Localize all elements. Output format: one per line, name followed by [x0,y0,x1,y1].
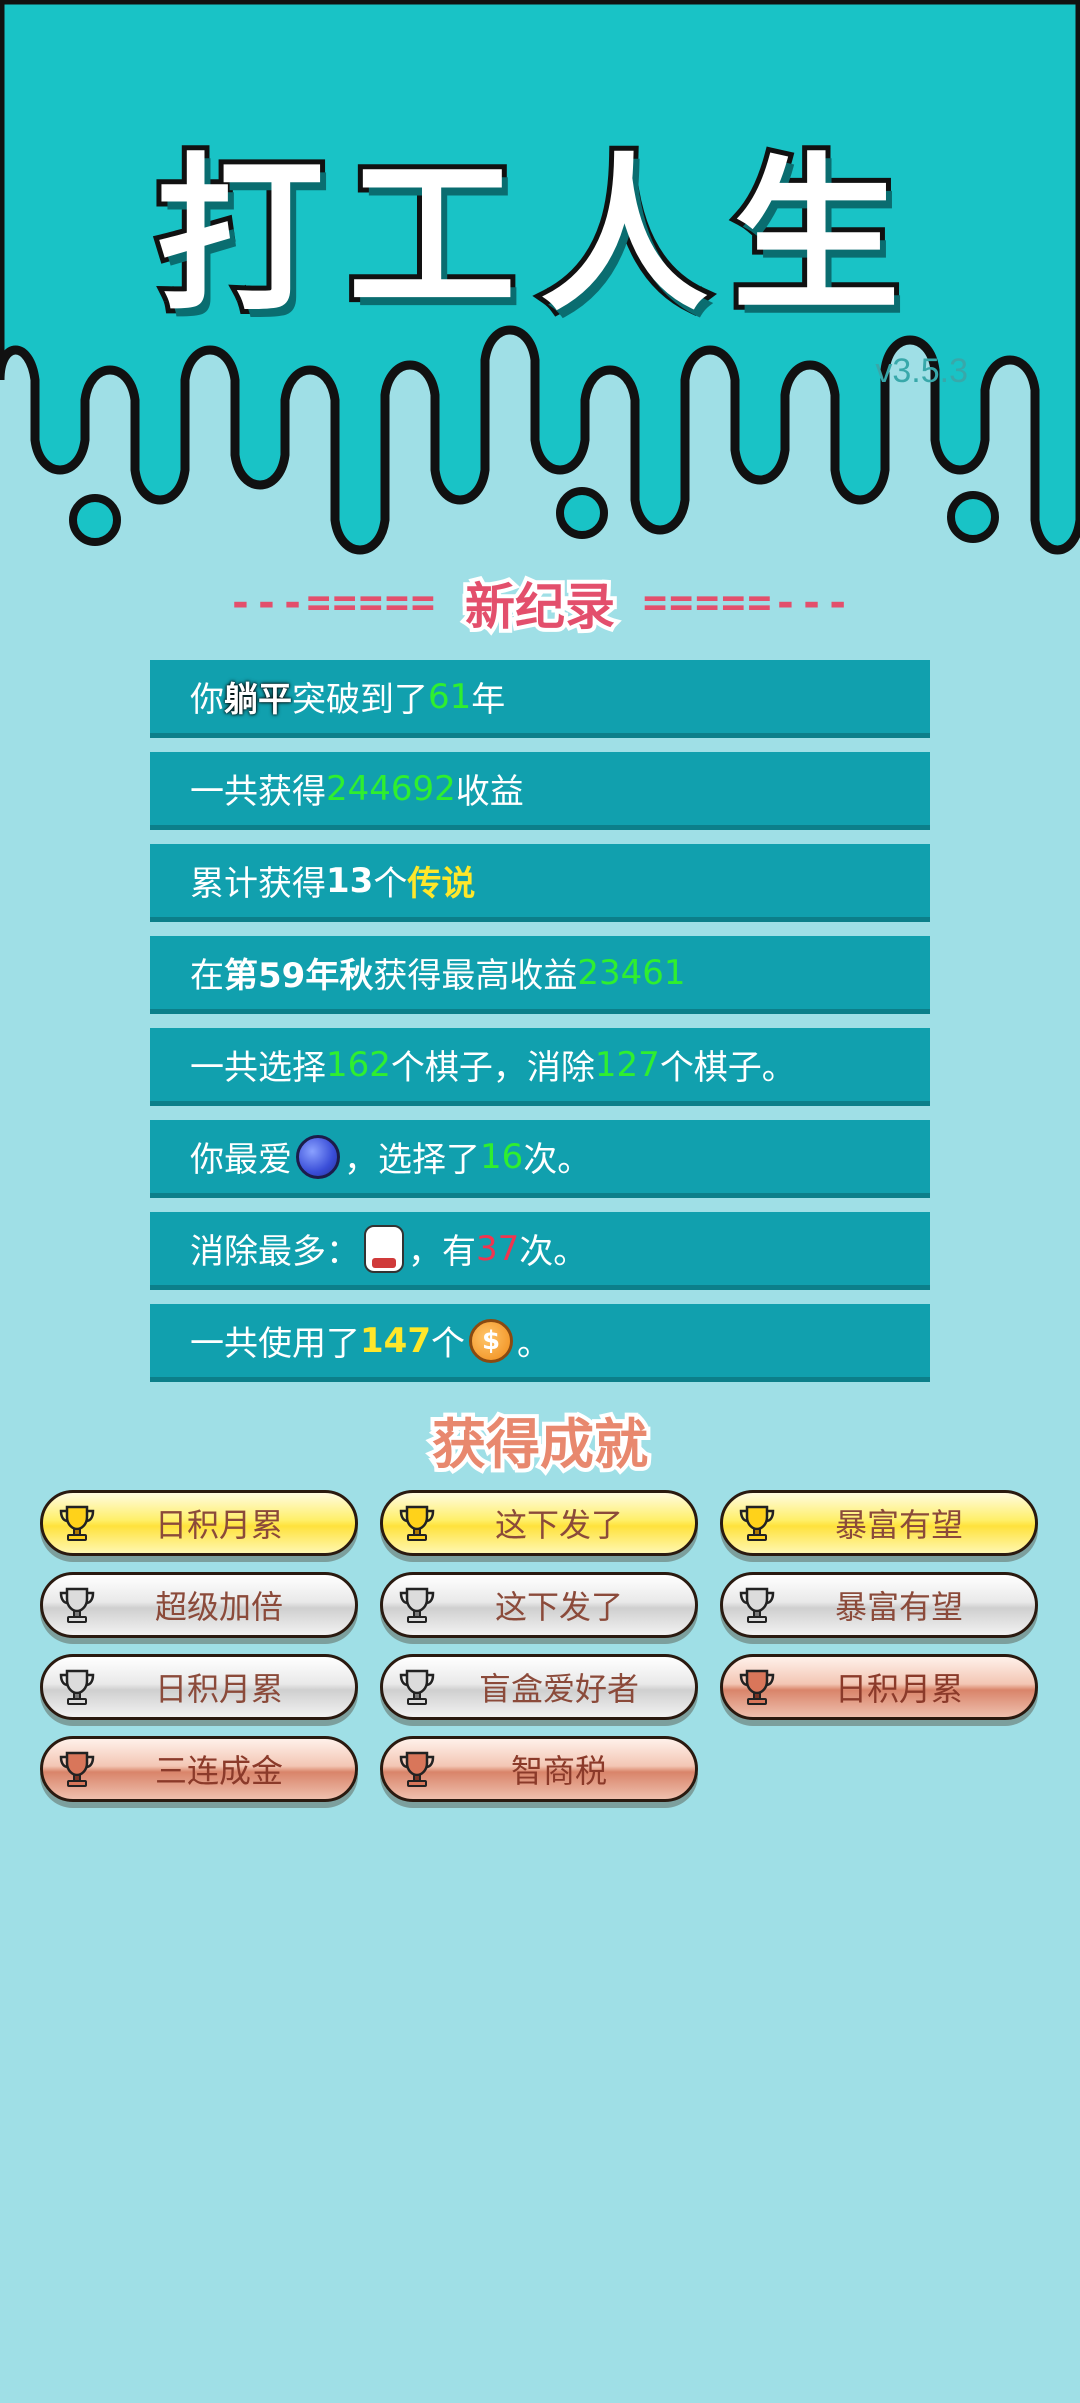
achievement-name: 超级加倍 [154,1588,283,1626]
achievement-name: 暴富有望 [834,1506,963,1544]
coin-icon: $ [468,1318,513,1363]
stat-text: 年 [471,680,506,720]
achievement-badge[interactable]: 日积月累 [40,1654,358,1720]
stat-row-lying-flat: 你躺平 突破到了 61 年 [150,660,930,738]
stat-text: 个 [373,864,408,904]
achievement-name: 暴富有望 [834,1588,963,1626]
stat-text: 一共选择 [190,1048,326,1088]
stat-text: 突破到了 [292,680,428,720]
achievement-badge[interactable]: 暴富有望 [720,1490,1038,1556]
trophy-icon [399,1751,435,1787]
achievement-name: 日积月累 [154,1670,283,1708]
stat-row-best-season: 在 第59年秋 获得最高收益 23461 [150,936,930,1014]
trophy-icon [399,1587,435,1623]
achievement-name: 日积月累 [154,1506,283,1544]
stat-text: 收益 [455,772,524,812]
game-title: 打工人生 [151,133,924,339]
new-record-heading: ---===== 新纪录 =====--- [0,568,1080,640]
stat-value: 61 [428,676,472,717]
trophy-icon [59,1669,95,1705]
trophy-icon [739,1587,775,1623]
achievements-title: 获得成就 [428,1409,652,1480]
stat-keyword: 躺平 [224,680,292,720]
stat-row-most-removed: 消除最多： ，有 37 次。 [150,1212,930,1290]
stat-value: 23461 [577,952,686,993]
stat-row-legends: 累计获得 13 个传说 [150,844,930,922]
stat-text: 个 [430,1324,465,1364]
stats-list: 你躺平 突破到了 61 年 一共获得 244692 收益 累计获得 13 个传说 在 第59年… [150,660,930,1396]
bunny-icon [364,1224,404,1273]
stat-value: 244692 [326,768,456,809]
achievement-badge[interactable]: 三连成金 [40,1736,358,1802]
new-record-title: 新纪录 [461,574,619,640]
stat-keyword: 传说 [407,864,476,904]
stat-text: 你最爱 [190,1140,292,1180]
achievement-badge[interactable]: 日积月累 [720,1654,1038,1720]
stat-text: 在 [190,956,224,996]
stat-value: 37 [476,1228,520,1269]
stat-value: 16 [480,1136,524,1177]
blueberry-icon [296,1134,340,1179]
stat-value: 13 [326,860,374,901]
trophy-icon [59,1587,95,1623]
achievements-grid: 日积月累 这下发了 暴富有望 超级加倍 这下发了 暴富有望 日积月累 盲盒爱好者 日积月累 三连成… [40,1490,1050,1802]
stat-value: 147 [360,1320,431,1361]
stat-text: ，有 [408,1232,476,1272]
heading-dashes-right: =====--- [643,580,852,626]
trophy-icon [399,1669,435,1705]
trophy-icon [59,1505,95,1541]
achievement-badge[interactable]: 盲盒爱好者 [380,1654,698,1720]
achievement-name: 三连成金 [154,1752,283,1790]
achievement-badge[interactable]: 超级加倍 [40,1572,358,1638]
achievement-badge[interactable]: 这下发了 [380,1572,698,1638]
header-banner: 打工人生 v3.5.3 [0,0,1080,560]
achievement-name: 这下发了 [494,1506,623,1544]
stat-text: 一共获得 [190,772,326,812]
stat-text: 消除最多： [190,1232,360,1272]
stat-text: 一共使用了 [190,1324,360,1364]
version-label: v3.5.3 [875,352,968,390]
stat-text: ，选择了 [344,1140,480,1180]
achievement-name: 日积月累 [834,1670,963,1708]
stat-value: 127 [594,1044,660,1085]
stat-row-favorite: 你最爱 ，选择了 16 次。 [150,1120,930,1198]
stat-row-pieces: 一共选择 162 个棋子，消除 127 个棋子。 [150,1028,930,1106]
stat-text: 累计获得 [190,864,326,904]
achievement-badge[interactable]: 这下发了 [380,1490,698,1556]
achievement-badge[interactable]: 智商税 [380,1736,698,1802]
trophy-icon [739,1505,775,1541]
achievement-name: 这下发了 [494,1588,623,1626]
stat-text: 个棋子，消除 [390,1048,595,1088]
stat-text: 。 [516,1324,551,1364]
stat-text: 你 [190,680,224,720]
trophy-icon [399,1505,435,1541]
achievement-badge[interactable]: 日积月累 [40,1490,358,1556]
stat-row-coins-used: 一共使用了 147 个 $。 [150,1304,930,1382]
heading-dashes-left: ---===== [228,580,437,626]
trophy-icon [59,1751,95,1787]
achievement-name: 智商税 [510,1752,607,1790]
achievement-badge[interactable]: 暴富有望 [720,1572,1038,1638]
stat-text: 次。 [523,1140,592,1180]
stat-keyword: 第59年秋 [224,956,374,996]
stat-text: 次。 [519,1232,588,1272]
stat-row-total-income: 一共获得 244692 收益 [150,752,930,830]
stat-text: 个棋子。 [659,1048,796,1088]
stat-text: 获得最高收益 [373,956,578,996]
stat-value: 162 [326,1044,391,1085]
achievement-name: 盲盒爱好者 [478,1670,639,1708]
trophy-icon [739,1669,775,1705]
